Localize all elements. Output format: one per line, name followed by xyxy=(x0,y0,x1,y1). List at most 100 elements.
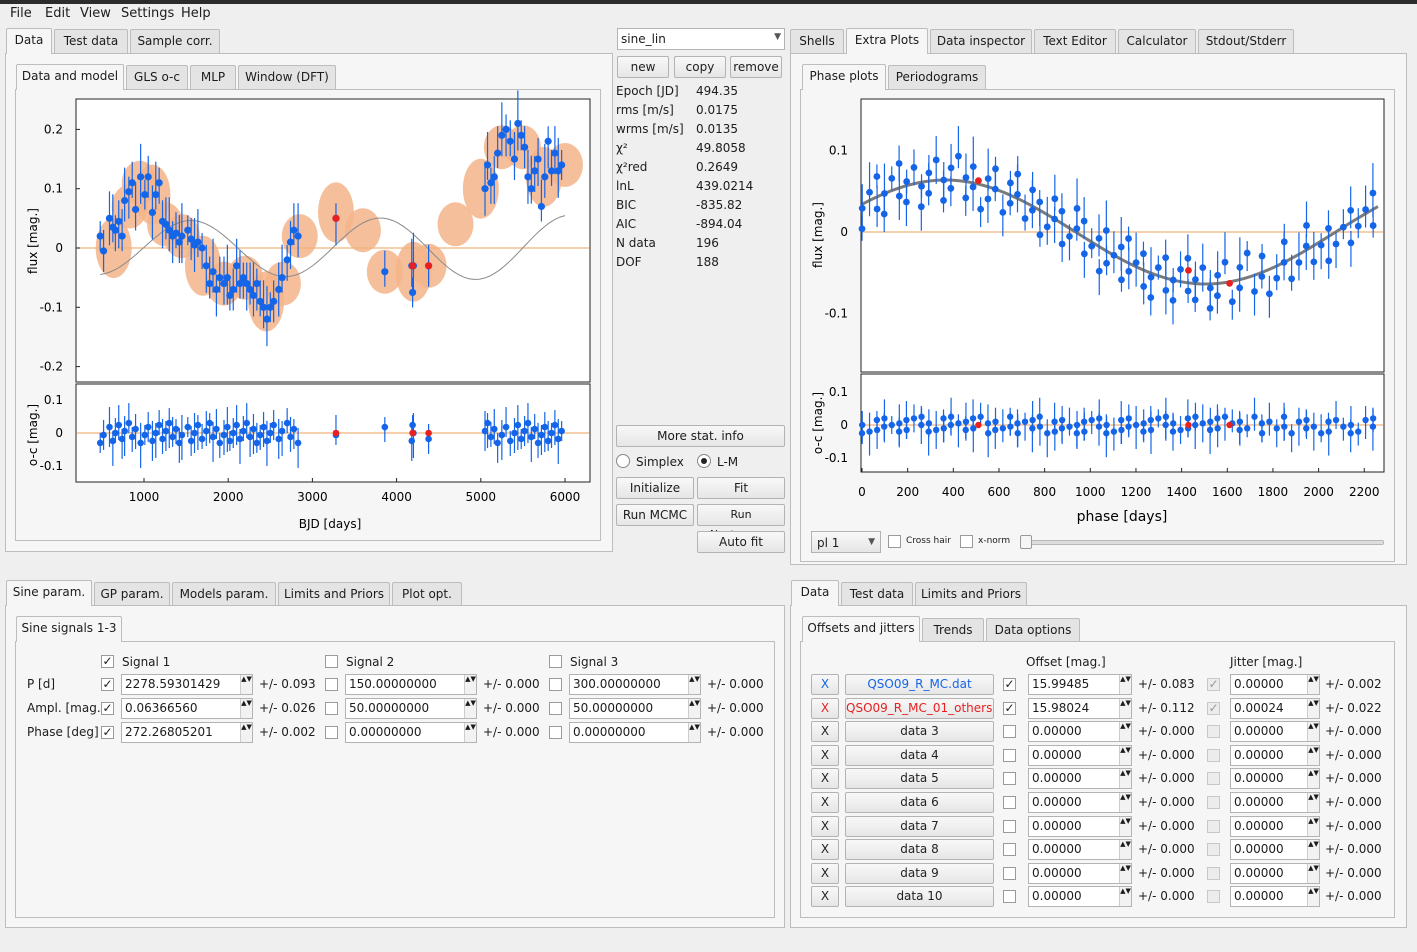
signal-fit-checkbox[interactable] xyxy=(549,702,562,715)
spin-arrows-icon[interactable]: ▲▼ xyxy=(1119,863,1131,883)
more-stat-button[interactable]: More stat. info xyxy=(616,425,785,447)
main-plot[interactable]: 0.2 0.1 0 -0.1 -0.2 0.1 0 -0.1 1000 2000 3000 4000 5… xyxy=(15,89,601,541)
spin-arrows-icon[interactable]: ▲▼ xyxy=(688,699,700,718)
spin-arrows-icon[interactable]: ▲▼ xyxy=(688,675,700,694)
remove-dataset-button[interactable]: X xyxy=(811,886,839,908)
dataset-file-button[interactable]: QSO09_R_MC.dat xyxy=(845,674,994,695)
tab-gls-oc[interactable]: GLS o-c xyxy=(126,65,188,89)
jitter-input[interactable]: 0.00000 ▲▼ xyxy=(1230,815,1320,837)
spin-arrows-icon[interactable]: ▲▼ xyxy=(1307,793,1319,812)
menu-edit[interactable]: Edit xyxy=(45,6,70,21)
xnorm-checkbox[interactable] xyxy=(960,535,973,548)
spin-arrows-icon[interactable]: ▲▼ xyxy=(240,699,252,718)
tab-models-param[interactable]: Models param. xyxy=(172,582,276,606)
offset-fit-checkbox[interactable]: ✓ xyxy=(1003,678,1016,691)
model-select[interactable]: sine_lin ▼ xyxy=(617,28,785,50)
offset-input[interactable]: 0.00000 ▲▼ xyxy=(1028,744,1132,766)
spin-arrows-icon[interactable]: ▲▼ xyxy=(688,723,700,742)
signal-fit-checkbox[interactable]: ✓ xyxy=(101,678,114,691)
tab-bottom-limits-priors[interactable]: Limits and Priors xyxy=(915,582,1027,606)
signal-value-input[interactable]: 0.00000000 ▲▼ xyxy=(569,722,701,743)
spin-arrows-icon[interactable]: ▲▼ xyxy=(1119,769,1131,789)
jitter-fit-checkbox[interactable]: ✓ xyxy=(1207,701,1220,715)
run-nest-samp-button[interactable]: Run Nest.samp. xyxy=(697,504,785,541)
tab-stdout-stderr[interactable]: Stdout/Stderr xyxy=(1198,29,1294,53)
menu-view[interactable]: View xyxy=(80,6,111,21)
jitter-fit-checkbox[interactable]: ✓ xyxy=(1207,678,1220,691)
spin-arrows-icon[interactable]: ▲▼ xyxy=(240,723,252,742)
spin-arrows-icon[interactable]: ▲▼ xyxy=(1119,698,1131,718)
tab-phase-plots[interactable]: Phase plots xyxy=(802,64,886,90)
signal-enable-checkbox[interactable] xyxy=(325,655,338,668)
spin-arrows-icon[interactable]: ▲▼ xyxy=(1119,745,1131,765)
offset-input[interactable]: 0.00000 ▲▼ xyxy=(1028,862,1132,884)
copy-button[interactable]: copy xyxy=(674,56,726,78)
dataset-file-button[interactable]: data 9 xyxy=(845,862,994,884)
signal-enable-checkbox[interactable] xyxy=(549,655,562,668)
tab-window-dft[interactable]: Window (DFT) xyxy=(238,65,336,89)
tab-offsets-jitters[interactable]: Offsets and jitters xyxy=(802,616,920,642)
offset-input[interactable]: 0.00000 ▲▼ xyxy=(1028,815,1132,837)
spin-arrows-icon[interactable]: ▲▼ xyxy=(1119,675,1131,694)
remove-dataset-button[interactable]: X xyxy=(811,815,839,837)
fit-button[interactable]: Fit xyxy=(697,477,785,499)
jitter-fit-checkbox[interactable] xyxy=(1207,843,1220,857)
phase-plot[interactable]: 0.1 0 -0.1 0.1 0 -0.1 0 200 400 600 800 1000 1200 140… xyxy=(800,89,1395,529)
offset-fit-checkbox[interactable] xyxy=(1003,819,1016,833)
spin-arrows-icon[interactable]: ▲▼ xyxy=(1119,887,1131,907)
offset-input[interactable]: 15.99485 ▲▼ xyxy=(1028,674,1132,695)
tab-extra-plots[interactable]: Extra Plots xyxy=(846,28,928,54)
tab-sine-signals[interactable]: Sine signals 1-3 xyxy=(16,616,122,642)
offset-fit-checkbox[interactable] xyxy=(1003,866,1016,880)
menu-file[interactable]: File xyxy=(10,6,32,21)
spin-arrows-icon[interactable]: ▲▼ xyxy=(464,723,476,742)
spin-arrows-icon[interactable]: ▲▼ xyxy=(1307,863,1319,883)
spin-arrows-icon[interactable]: ▲▼ xyxy=(1307,745,1319,765)
spin-arrows-icon[interactable]: ▲▼ xyxy=(1307,675,1319,694)
signal-value-input[interactable]: 272.26805201 ▲▼ xyxy=(121,722,253,743)
jitter-fit-checkbox[interactable] xyxy=(1207,748,1220,762)
new-button[interactable]: new xyxy=(617,56,669,78)
signal-fit-checkbox[interactable] xyxy=(325,702,338,715)
tab-gp-param[interactable]: GP param. xyxy=(94,582,170,606)
signal-value-input[interactable]: 2278.59301429 ▲▼ xyxy=(121,674,253,695)
jitter-input[interactable]: 0.00000 ▲▼ xyxy=(1230,886,1320,908)
offset-input[interactable]: 0.00000 ▲▼ xyxy=(1028,839,1132,861)
tab-data-options[interactable]: Data options xyxy=(986,618,1080,642)
signal-enable-checkbox[interactable]: ✓ xyxy=(101,655,114,668)
phase-slider-handle[interactable] xyxy=(1020,535,1032,549)
dataset-file-button[interactable]: data 5 xyxy=(845,768,994,790)
jitter-fit-checkbox[interactable] xyxy=(1207,772,1220,786)
jitter-input[interactable]: 0.00000 ▲▼ xyxy=(1230,744,1320,766)
tab-bottom-test-data[interactable]: Test data xyxy=(841,582,913,606)
tab-calculator[interactable]: Calculator xyxy=(1118,29,1196,53)
offset-input[interactable]: 0.00000 ▲▼ xyxy=(1028,768,1132,790)
spin-arrows-icon[interactable]: ▲▼ xyxy=(1307,722,1319,742)
signal-value-input[interactable]: 150.00000000 ▲▼ xyxy=(345,674,477,695)
jitter-fit-checkbox[interactable] xyxy=(1207,819,1220,833)
auto-fit-button[interactable]: Auto fit xyxy=(697,531,785,553)
signal-fit-checkbox[interactable]: ✓ xyxy=(101,726,114,739)
dataset-file-button[interactable]: data 6 xyxy=(845,792,994,813)
dataset-file-button[interactable]: data 10 xyxy=(845,886,994,908)
jitter-input[interactable]: 0.00024 ▲▼ xyxy=(1230,697,1320,719)
spin-arrows-icon[interactable]: ▲▼ xyxy=(1119,722,1131,742)
simplex-radio[interactable] xyxy=(616,454,630,468)
tab-sine-param[interactable]: Sine param. xyxy=(6,580,92,606)
offset-fit-checkbox[interactable] xyxy=(1003,725,1016,739)
crosshair-checkbox[interactable] xyxy=(888,535,901,548)
spin-arrows-icon[interactable]: ▲▼ xyxy=(1119,793,1131,812)
remove-dataset-button[interactable]: X xyxy=(811,839,839,861)
jitter-input[interactable]: 0.00000 ▲▼ xyxy=(1230,768,1320,790)
spin-arrows-icon[interactable]: ▲▼ xyxy=(464,675,476,694)
run-mcmc-button[interactable]: Run MCMC xyxy=(616,504,694,526)
phase-slider-track[interactable] xyxy=(1022,540,1384,545)
tab-data-and-model[interactable]: Data and model xyxy=(16,64,124,90)
signal-value-input[interactable]: 50.00000000 ▲▼ xyxy=(345,698,477,719)
jitter-input[interactable]: 0.00000 ▲▼ xyxy=(1230,839,1320,861)
remove-dataset-button[interactable]: X xyxy=(811,721,839,743)
spin-arrows-icon[interactable]: ▲▼ xyxy=(1307,840,1319,860)
dataset-file-button[interactable]: data 8 xyxy=(845,839,994,861)
tab-text-editor[interactable]: Text Editor xyxy=(1034,29,1116,53)
tab-plot-opt[interactable]: Plot opt. xyxy=(392,582,462,606)
